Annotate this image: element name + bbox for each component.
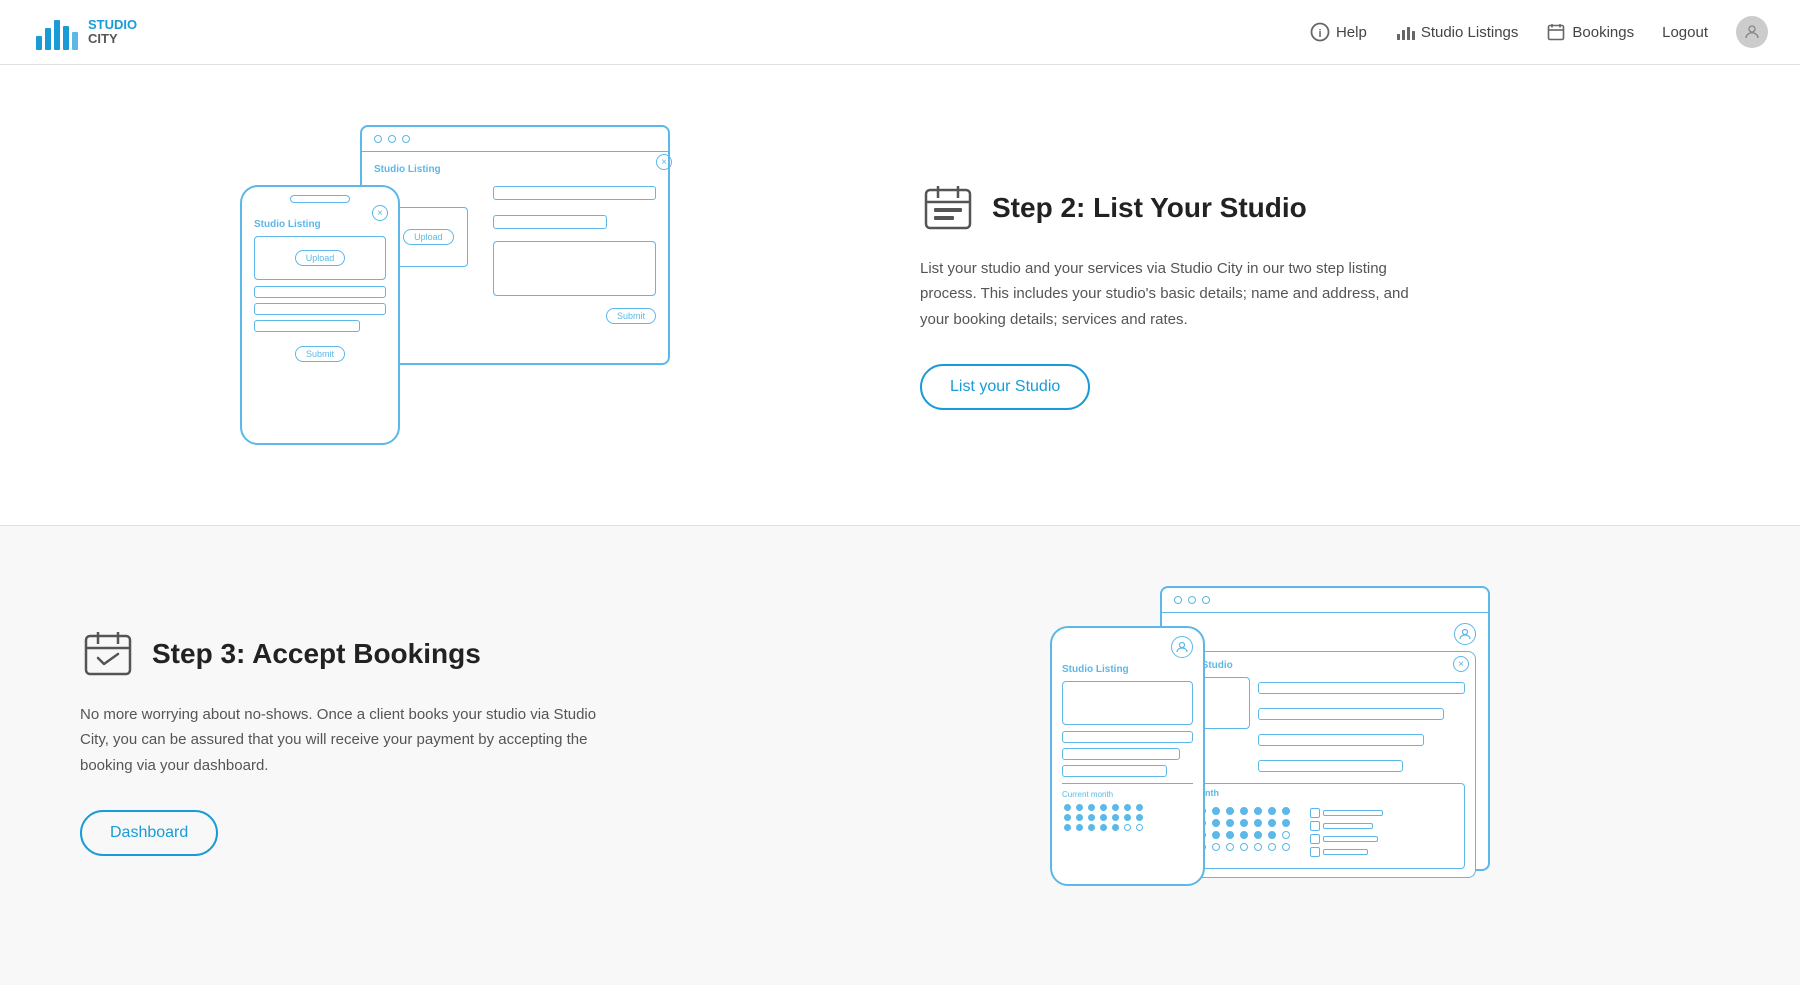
- dialog-close-icon: ×: [1453, 656, 1469, 672]
- my-studio-dialog: × My Studio: [1174, 651, 1476, 878]
- bookings-browser: × My Studio: [1160, 586, 1490, 871]
- month-label: Month: [1192, 788, 1458, 798]
- browser-avatar: [1454, 623, 1476, 645]
- logo-icon: [32, 8, 80, 56]
- phone-close-icon: ×: [372, 205, 388, 221]
- step2-illustration: × Studio Listing Upload: [80, 125, 880, 465]
- dashboard-button[interactable]: Dashboard: [80, 810, 218, 856]
- phone-studio-listing-label: Studio Listing: [254, 219, 386, 230]
- info-icon: i: [1310, 22, 1330, 42]
- phone-studio-listing-label2: Studio Listing: [1062, 664, 1193, 675]
- step2-description: List your studio and your services via S…: [920, 256, 1440, 333]
- avatar[interactable]: [1736, 16, 1768, 48]
- step2-content: Step 2: List Your Studio List your studi…: [920, 180, 1440, 411]
- bookings-link[interactable]: Bookings: [1546, 22, 1634, 42]
- month-calendar: Month: [1185, 783, 1465, 869]
- browser-upload-btn: Upload: [403, 229, 454, 245]
- step3-title: Step 3: Accept Bookings: [152, 638, 481, 670]
- bookings-wireframe: × My Studio: [1050, 586, 1590, 896]
- current-month-label: Current month: [1062, 790, 1193, 799]
- phone-submit-btn: Submit: [295, 346, 345, 362]
- close-icon: ×: [656, 154, 672, 170]
- logout-link[interactable]: Logout: [1662, 24, 1708, 41]
- step2-icon: [920, 180, 976, 236]
- my-studio-label: My Studio: [1185, 660, 1465, 671]
- step3-section: Step 3: Accept Bookings No more worrying…: [0, 526, 1800, 956]
- logo[interactable]: STUDIO CITY: [32, 8, 137, 56]
- phone-avatar: [1171, 636, 1193, 658]
- step3-icon: [80, 626, 136, 682]
- step3-description: No more worrying about no-shows. Once a …: [80, 702, 600, 779]
- calendar-icon: [1546, 22, 1566, 42]
- navbar: STUDIO CITY i Help Studio Listings: [0, 0, 1800, 65]
- step3-content: Step 3: Accept Bookings No more worrying…: [80, 626, 600, 857]
- user-icon: [1743, 23, 1761, 41]
- phone-avatar-icon: [1176, 641, 1188, 653]
- browser-wireframe: × Studio Listing Upload: [360, 125, 670, 365]
- phone-upload-btn: Upload: [295, 250, 346, 266]
- browser-submit-btn: Submit: [606, 308, 656, 324]
- browser-studio-listing-label: Studio Listing: [374, 164, 656, 175]
- step3-illustration: × My Studio: [920, 586, 1720, 896]
- nav-links: i Help Studio Listings Bookings Logout: [1310, 16, 1768, 48]
- avatar-icon: [1459, 628, 1471, 640]
- phone-wireframe: × Studio Listing Upload Submit: [240, 185, 400, 445]
- step2-title: Step 2: List Your Studio: [992, 192, 1307, 224]
- bookings-phone: Studio Listing Current month: [1050, 626, 1205, 886]
- studio-listings-link[interactable]: Studio Listings: [1395, 22, 1519, 42]
- step2-section: × Studio Listing Upload: [0, 65, 1800, 525]
- list-studio-button[interactable]: List your Studio: [920, 364, 1090, 410]
- svg-text:i: i: [1318, 28, 1321, 40]
- help-link[interactable]: i Help: [1310, 22, 1367, 42]
- chart-icon: [1395, 22, 1415, 42]
